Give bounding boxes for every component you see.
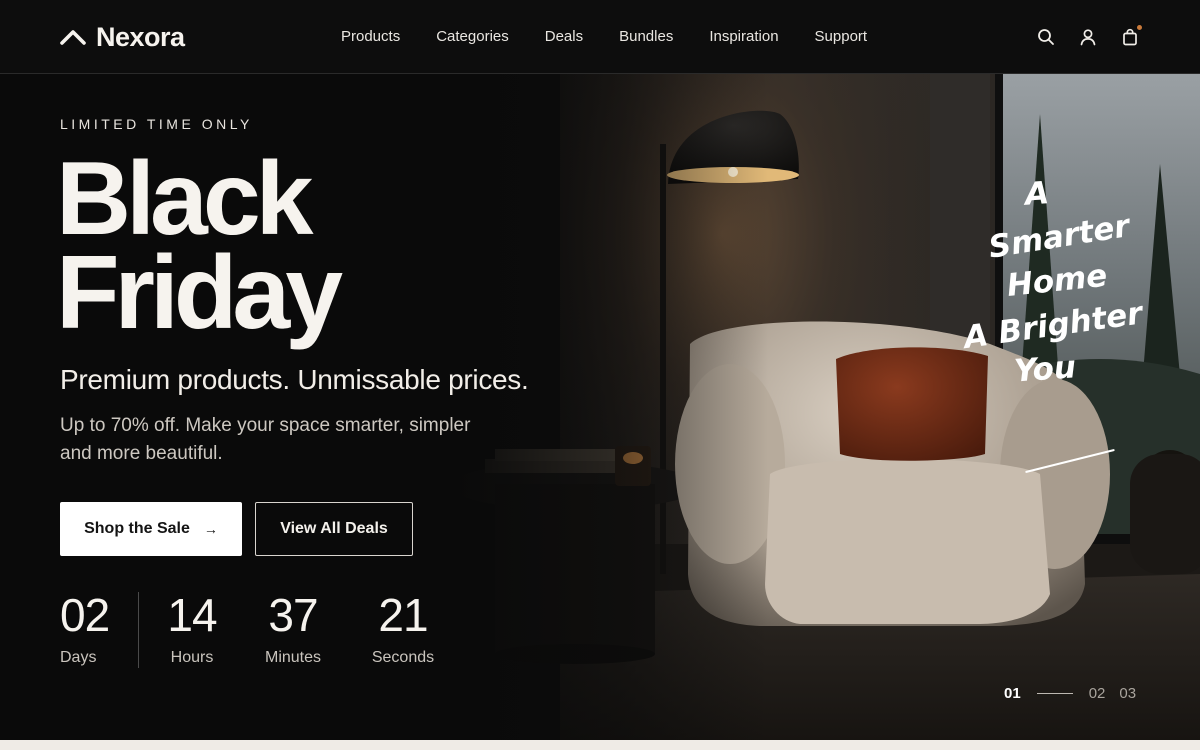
shop-the-sale-button[interactable]: Shop the Sale → bbox=[60, 502, 242, 556]
countdown-minutes: 37 Minutes bbox=[265, 589, 321, 669]
slide-progress-line bbox=[1036, 692, 1073, 694]
arrow-right-icon: → bbox=[203, 521, 218, 537]
nav-item-support[interactable]: Support bbox=[797, 0, 886, 74]
countdown-seconds-label: Seconds bbox=[371, 649, 435, 666]
hero-headline-line-2: Friday bbox=[56, 235, 343, 351]
hero-subhead: Premium products. Unmissable prices. bbox=[60, 364, 529, 395]
hero-handwritten-tagline: A Smarter Home A Brighter You bbox=[962, 170, 1160, 390]
nav-item-deals[interactable]: Deals bbox=[527, 0, 601, 74]
countdown-timer: 02 Days 14 Hours 37 Minutes 21 Seconds bbox=[60, 589, 435, 669]
hero-headline: Black Friday bbox=[56, 141, 343, 351]
countdown-divider bbox=[138, 592, 139, 668]
nav-item-bundles[interactable]: Bundles bbox=[601, 0, 691, 74]
countdown-seconds: 21 Seconds bbox=[371, 589, 435, 669]
nav-item-inspiration[interactable]: Inspiration bbox=[691, 0, 796, 74]
slide-indicator-3[interactable]: 03 bbox=[1119, 685, 1136, 702]
countdown-days-value: 02 bbox=[60, 589, 110, 641]
brand-logo[interactable]: Nexora bbox=[60, 20, 185, 54]
countdown-minutes-value: 37 bbox=[268, 589, 318, 641]
countdown-hours: 14 Hours bbox=[167, 589, 217, 669]
user-icon[interactable] bbox=[1078, 27, 1098, 47]
header-actions bbox=[1036, 0, 1143, 74]
main-nav: Products Categories Deals Bundles Inspir… bbox=[323, 0, 885, 74]
countdown-minutes-label: Minutes bbox=[264, 649, 322, 666]
shopping-bag-icon[interactable] bbox=[1120, 24, 1143, 47]
hero-eyebrow: LIMITED TIME ONLY bbox=[60, 116, 253, 132]
countdown-days-label: Days bbox=[60, 649, 97, 666]
site-header: Nexora Products Categories Deals Bundles… bbox=[0, 0, 1200, 74]
chevron-up-logo-icon bbox=[60, 30, 86, 45]
countdown-hours-value: 14 bbox=[167, 589, 217, 641]
nav-item-categories[interactable]: Categories bbox=[418, 0, 527, 74]
shop-the-sale-label: Shop the Sale bbox=[84, 520, 190, 537]
slide-pager: 01 02 03 bbox=[1004, 682, 1136, 704]
nav-item-products[interactable]: Products bbox=[323, 0, 418, 74]
hero-headline-line-1: Black bbox=[56, 141, 314, 257]
slide-indicator-2[interactable]: 02 bbox=[1089, 685, 1106, 702]
view-all-deals-label: View All Deals bbox=[280, 520, 388, 537]
next-section-edge bbox=[0, 740, 1200, 750]
brand-name: Nexora bbox=[96, 21, 185, 52]
cart-indicator-badge bbox=[1136, 24, 1143, 31]
countdown-hours-label: Hours bbox=[170, 649, 214, 666]
hero-banner: LIMITED TIME ONLY Black Friday Premium p… bbox=[0, 74, 1200, 740]
countdown-seconds-value: 21 bbox=[378, 589, 428, 641]
hero-body-copy: Up to 70% off. Make your space smarter, … bbox=[60, 415, 471, 464]
view-all-deals-button[interactable]: View All Deals bbox=[255, 502, 413, 556]
search-icon[interactable] bbox=[1036, 27, 1056, 47]
slide-indicator-1[interactable]: 01 bbox=[1004, 685, 1021, 702]
countdown-days: 02 Days bbox=[60, 589, 110, 669]
